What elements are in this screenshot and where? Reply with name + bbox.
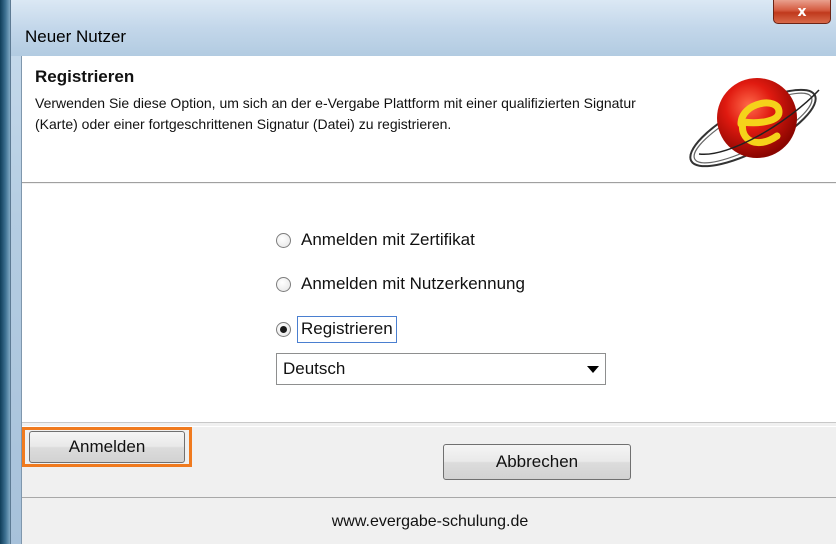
header-title: Registrieren	[35, 67, 135, 86]
footer-url: www.evergabe-schulung.de	[331, 512, 529, 530]
button-bar: Abbrechen Anmelden	[22, 426, 836, 498]
option-user-id[interactable]: Anmelden mit Nutzerkennung	[276, 274, 525, 294]
close-icon: x	[797, 3, 807, 20]
option-register[interactable]: Registrieren	[276, 316, 397, 343]
login-button-highlight[interactable]: Anmelden	[22, 427, 192, 467]
title-bar[interactable]: Neuer Nutzer x	[11, 0, 836, 56]
window-title: Neuer Nutzer	[25, 27, 127, 46]
language-select-value: Deutsch	[283, 359, 346, 378]
option-user-id-label[interactable]: Anmelden mit Nutzerkennung	[301, 274, 525, 294]
option-certificate-label[interactable]: Anmelden mit Zertifikat	[301, 230, 475, 250]
radio-user-id[interactable]	[276, 276, 291, 292]
radio-certificate[interactable]	[276, 232, 291, 248]
close-button[interactable]: x	[773, 0, 831, 24]
option-register-label[interactable]: Registrieren	[297, 316, 397, 343]
footer: www.evergabe-schulung.de	[22, 499, 836, 544]
options-panel: Anmelden mit Zertifikat Anmelden mit Nut…	[22, 184, 836, 423]
language-select[interactable]: Deutsch	[276, 353, 606, 385]
header-description: Verwenden Sie diese Option, um sich an d…	[35, 95, 636, 132]
cancel-button[interactable]: Abbrechen	[443, 444, 631, 480]
chevron-down-icon[interactable]	[587, 366, 599, 373]
dialog-window: Neuer Nutzer x Registrieren Verwenden Si…	[10, 0, 836, 544]
radio-register[interactable]	[276, 322, 291, 337]
dialog-content: Registrieren Verwenden Sie diese Option,…	[21, 56, 836, 544]
header-panel: Registrieren Verwenden Sie diese Option,…	[22, 56, 836, 183]
e-vergabe-logo-icon	[689, 78, 820, 168]
option-certificate[interactable]: Anmelden mit Zertifikat	[276, 230, 475, 250]
login-button[interactable]: Anmelden	[29, 431, 185, 463]
